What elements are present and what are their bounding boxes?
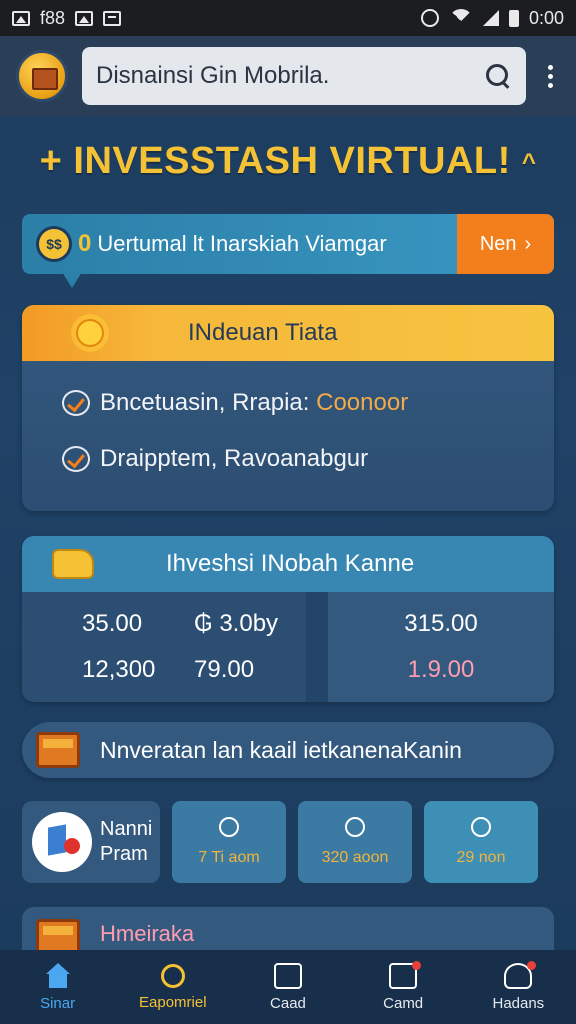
circle-icon (345, 817, 365, 837)
status-bar-right: 0:00 (420, 7, 564, 29)
app-logo-icon[interactable] (16, 50, 68, 102)
value-cell: 79.00 (194, 656, 255, 683)
wifi-icon (448, 9, 473, 27)
info-row-label: Bncetuasin, Rrapia: (100, 389, 317, 416)
notification-icon (103, 10, 122, 26)
bottom-navigation: Sinar Eapomriel Caad Camd Hadans (0, 950, 576, 1024)
value-cell: ₲ 3.0by (194, 610, 279, 637)
magnify-icon (160, 963, 185, 988)
status-bar: f88 0:00 (0, 0, 576, 36)
profile-tile-line1: Nanni (100, 818, 153, 840)
inventory-pill-button[interactable]: Nnveratan lan kaail ietkanenaKanin (22, 722, 554, 778)
investment-card-title: Ihveshsi INobah Kanne (166, 550, 415, 577)
nav-item-home[interactable]: Sinar (8, 962, 108, 1012)
battery-icon (508, 9, 519, 27)
avatar-icon (32, 812, 92, 872)
nav-label: Hadans (492, 994, 545, 1012)
profile-tile-line2: Pram (100, 843, 148, 865)
investment-card-body: 35.00 ₲ 3.0by 12,300 79.00 315.00 1.9.00 (22, 592, 554, 702)
headline-lead-glyph: + (39, 140, 63, 182)
headline-text: INVESSTASH VIRTUAL! (73, 140, 511, 182)
card-icon (273, 962, 302, 989)
nav-item-explore[interactable]: Eapomriel (123, 963, 223, 1011)
investment-card[interactable]: Ihveshsi INobah Kanne 35.00 ₲ 3.0by 12,3… (22, 536, 554, 702)
info-row-accent: Coonoor (316, 389, 409, 416)
stat-tile[interactable]: 29 non (424, 801, 538, 883)
banner-next-button[interactable]: Nen › (457, 214, 554, 274)
chevron-right-icon: › (524, 232, 532, 255)
nav-item-profile[interactable]: Hadans (468, 960, 568, 1012)
pill-label: Nnveratan lan kaail ietkanenaKanin (100, 736, 462, 763)
globe-icon (471, 817, 491, 837)
chevron-up-icon[interactable]: ^ (522, 149, 537, 176)
status-bar-left: f88 (12, 7, 122, 29)
profile-tile-label: Nanni Pram (100, 817, 152, 867)
mail-icon (389, 960, 422, 989)
info-card[interactable]: INdeuan Tiata Bncetuasin, Rrapia: Coonoo… (22, 305, 554, 511)
stat-tile-label: 7 Ti aom (198, 849, 260, 866)
info-card-header: INdeuan Tiata (22, 305, 554, 361)
investment-values-right: 315.00 1.9.00 (328, 592, 554, 702)
nav-item-card[interactable]: Caad (238, 962, 338, 1012)
status-time: 0:00 (528, 7, 564, 28)
banner-count: 0 (78, 230, 92, 257)
value-cell: 12,300 (82, 656, 156, 683)
user-icon (504, 960, 537, 989)
value-cell: 35.00 (82, 610, 143, 637)
nav-label: Sinar (40, 994, 76, 1012)
status-text: f88 (40, 7, 66, 28)
app-bar: Disnainsi Gin Mobrila. (0, 36, 576, 116)
value-cell-highlight: 1.9.00 (407, 656, 475, 683)
profile-tile[interactable]: Nanni Pram (22, 801, 160, 883)
page-headline: + INVESSTASH VIRTUAL! ^ (0, 140, 576, 183)
notification-dot (527, 960, 537, 970)
stat-tile[interactable]: 320 aoon (298, 801, 412, 883)
checkmark-icon (62, 390, 90, 416)
stat-tile[interactable]: 7 Ti aom (172, 801, 286, 883)
tile-row: Nanni Pram 7 Ti aom 320 aoon 29 non (22, 801, 554, 883)
image-icon (75, 10, 94, 26)
coin-icon: $$ (36, 226, 72, 262)
signal-icon (482, 10, 499, 26)
bottom-card-title: Hmeiraka (100, 921, 195, 946)
machine-icon (52, 549, 94, 579)
promo-banner[interactable]: $$ 0 Uertumal lt Inarskiah Viamgar Nen › (22, 214, 554, 274)
info-row-label: Draipptem, Ravoanabgur (100, 445, 369, 472)
treasure-chest-icon (36, 732, 80, 768)
banner-tail (62, 272, 82, 288)
stat-tile-label: 29 non (456, 849, 506, 866)
info-card-title: INdeuan Tiata (188, 319, 338, 346)
search-input[interactable]: Disnainsi Gin Mobrila. (96, 62, 329, 90)
checkmark-icon (62, 446, 90, 472)
more-options-icon[interactable] (540, 64, 560, 88)
search-icon[interactable] (484, 62, 512, 90)
stat-tile-label: 320 aoon (321, 849, 389, 866)
alarm-icon (420, 9, 439, 27)
coin-label: $$ (46, 236, 62, 252)
gallery-icon (12, 10, 30, 26)
banner-text: Uertumal lt Inarskiah Viamgar (97, 231, 387, 256)
search-bar[interactable]: Disnainsi Gin Mobrila. (82, 47, 526, 105)
info-row[interactable]: Bncetuasin, Rrapia: Coonoor (22, 389, 554, 417)
nav-label: Caad (270, 994, 306, 1012)
home-icon (44, 962, 72, 989)
notification-dot (412, 960, 422, 970)
sun-icon (76, 319, 104, 347)
nav-item-messages[interactable]: Camd (353, 960, 453, 1012)
investment-values-left: 35.00 ₲ 3.0by 12,300 79.00 (22, 592, 328, 702)
timer-icon (219, 817, 239, 837)
info-row[interactable]: Draipptem, Ravoanabgur (22, 445, 554, 473)
value-cell: 315.00 (404, 610, 478, 637)
investment-card-header: Ihveshsi INobah Kanne (22, 536, 554, 592)
nav-label: Eapomriel (139, 993, 207, 1011)
banner-button-label: Nen (479, 232, 517, 255)
nav-label: Camd (383, 994, 424, 1012)
